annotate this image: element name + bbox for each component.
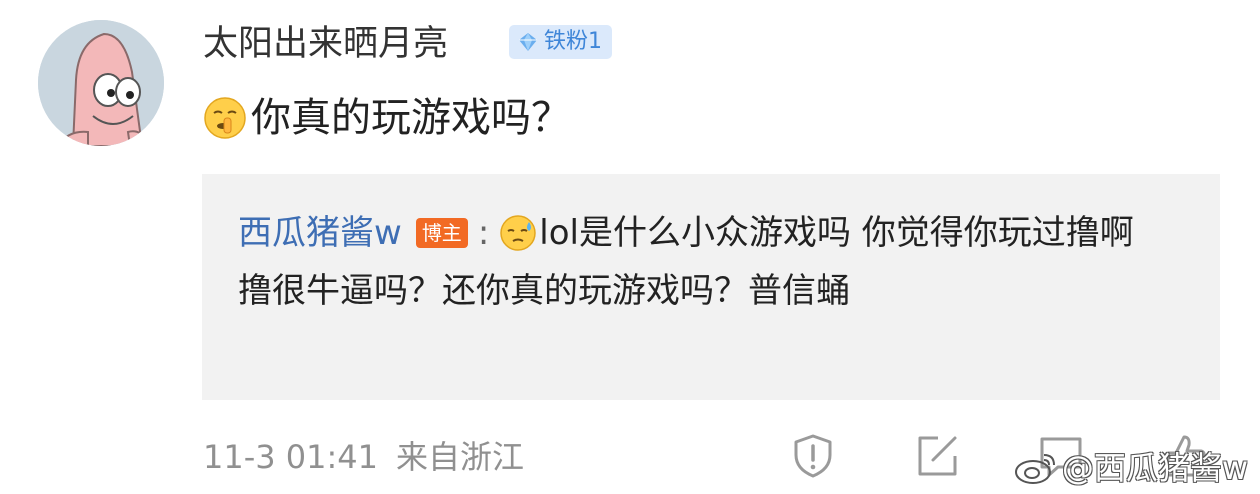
comment-body: 你真的玩游戏吗？ (203, 92, 571, 144)
shush-emoji-icon (203, 96, 247, 140)
reply-colon: : (477, 213, 490, 253)
comment-text: 你真的玩游戏吗？ (251, 95, 571, 141)
blogger-badge: 博主 (415, 218, 468, 248)
comment-meta: 11-3 01:41 来自浙江 (203, 434, 524, 480)
diamond-icon (519, 33, 537, 51)
reply-author[interactable]: 西瓜猪酱w (238, 213, 402, 253)
sweat-emoji-icon (499, 214, 537, 266)
edit-icon (918, 436, 957, 476)
watermark-text: @西瓜猪酱w (1061, 449, 1248, 487)
fan-badge-label: 铁粉1 (544, 29, 602, 54)
avatar-image (38, 20, 164, 146)
reply-box[interactable]: 西瓜猪酱w 博主: lol是什么小众游戏吗 你觉得你玩过撸啊撸很牛逼吗？还你真的玩游… (202, 174, 1220, 400)
watermark: @西瓜猪酱w (1014, 448, 1248, 488)
avatar[interactable] (38, 20, 164, 146)
edit-button[interactable] (912, 431, 962, 481)
timestamp: 11-3 01:41 (203, 438, 379, 476)
fan-badge[interactable]: 铁粉1 (509, 25, 612, 59)
reply-content: 西瓜猪酱w 博主: lol是什么小众游戏吗 你觉得你玩过撸啊撸很牛逼吗？还你真的玩游… (238, 208, 1158, 316)
comment-username[interactable]: 太阳出来晒月亮 (203, 22, 448, 66)
shield-alert-icon (794, 434, 832, 478)
location: 来自浙江 (396, 438, 525, 476)
weibo-logo-icon (1014, 454, 1055, 484)
report-button[interactable] (788, 431, 838, 481)
